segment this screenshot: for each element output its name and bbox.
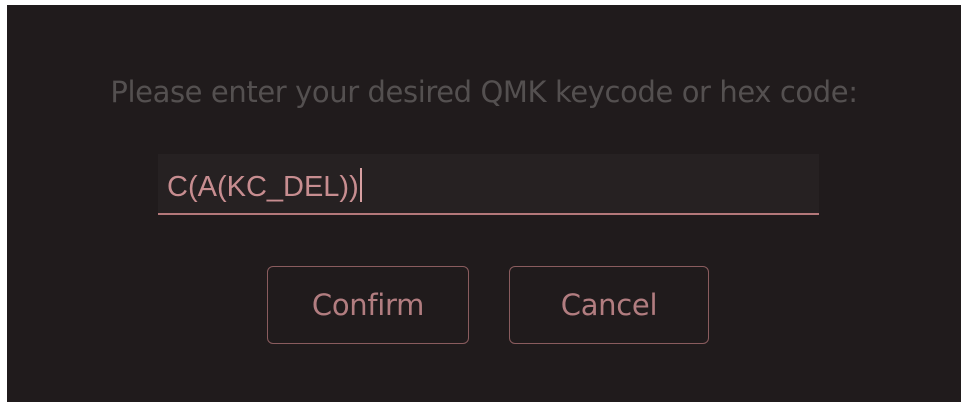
keycode-input[interactable]: C(A(KC_DEL)) — [158, 154, 819, 215]
cancel-button[interactable]: Cancel — [509, 266, 709, 344]
keycode-dialog: Please enter your desired QMK keycode or… — [7, 5, 961, 402]
keycode-input-text: C(A(KC_DEL)) — [167, 171, 359, 203]
text-caret — [359, 168, 362, 202]
confirm-button[interactable]: Confirm — [267, 266, 469, 344]
keycode-input-value[interactable]: C(A(KC_DEL)) — [167, 168, 362, 204]
dialog-prompt: Please enter your desired QMK keycode or… — [110, 75, 858, 109]
